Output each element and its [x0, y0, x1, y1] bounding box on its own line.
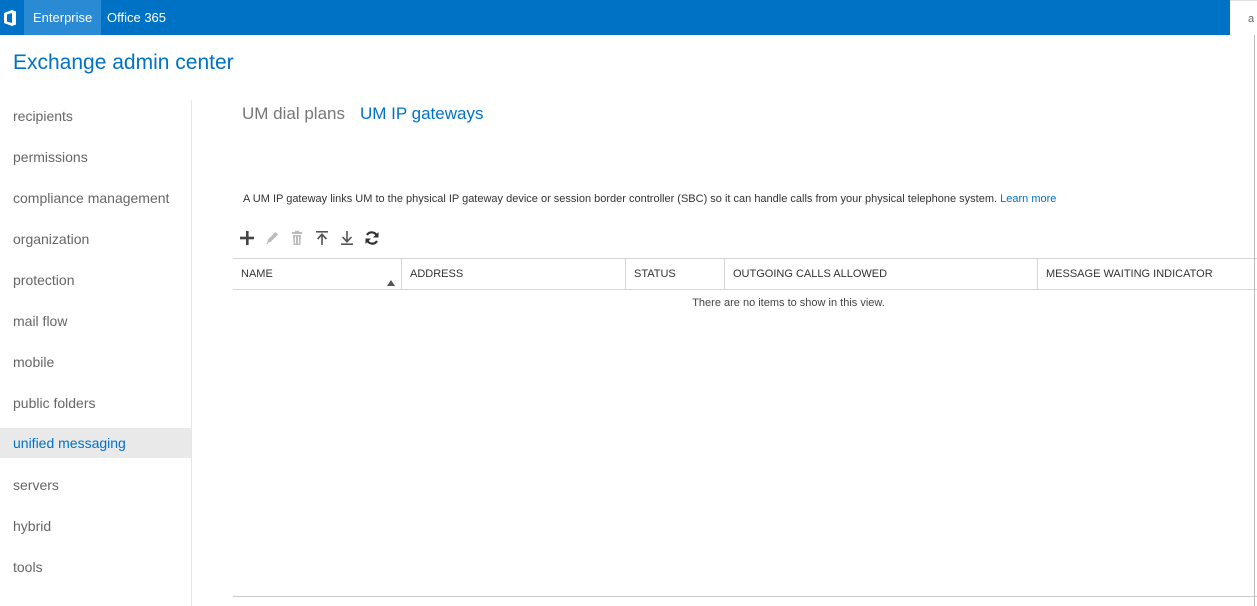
- column-header-name-label: NAME: [241, 268, 273, 280]
- nav-item-recipients[interactable]: recipients: [0, 101, 191, 131]
- nav-item-mail-flow[interactable]: mail flow: [0, 306, 191, 336]
- left-nav: recipients permissions compliance manage…: [0, 100, 192, 606]
- nav-item-protection[interactable]: protection: [0, 265, 191, 295]
- nav-item-compliance-management[interactable]: compliance management: [0, 183, 191, 213]
- tab-office-365[interactable]: Office 365: [98, 0, 175, 35]
- tab-um-dial-plans[interactable]: UM dial plans: [242, 104, 345, 124]
- user-area[interactable]: a: [1230, 0, 1257, 35]
- page-description: A UM IP gateway links UM to the physical…: [243, 193, 1056, 205]
- nav-item-mobile[interactable]: mobile: [0, 347, 191, 377]
- toolbar: [234, 228, 384, 248]
- refresh-icon[interactable]: [359, 228, 384, 248]
- nav-item-public-folders[interactable]: public folders: [0, 388, 191, 418]
- user-initial: a: [1248, 13, 1255, 25]
- column-header-status[interactable]: STATUS: [625, 259, 724, 289]
- column-header-outgoing-calls-allowed[interactable]: OUTGOING CALLS ALLOWED: [724, 259, 1037, 289]
- nav-item-hybrid[interactable]: hybrid: [0, 511, 191, 541]
- tab-enterprise[interactable]: Enterprise: [24, 0, 102, 35]
- page-title: Exchange admin center: [13, 51, 234, 74]
- sort-ascending-icon[interactable]: [387, 271, 395, 290]
- tab-um-ip-gateways[interactable]: UM IP gateways: [360, 104, 483, 124]
- nav-item-organization[interactable]: organization: [0, 224, 191, 254]
- gateways-table: NAME ADDRESS STATUS OUTGOING CALLS ALLOW…: [233, 258, 1257, 597]
- column-header-name[interactable]: NAME: [233, 259, 401, 289]
- column-header-address[interactable]: ADDRESS: [401, 259, 625, 289]
- nav-item-unified-messaging[interactable]: unified messaging: [0, 428, 191, 458]
- table-header: NAME ADDRESS STATUS OUTGOING CALLS ALLOW…: [233, 258, 1257, 290]
- column-header-message-waiting-indicator[interactable]: MESSAGE WAITING INDICATOR: [1037, 259, 1257, 289]
- move-up-icon[interactable]: [309, 228, 334, 248]
- nav-item-tools[interactable]: tools: [0, 552, 191, 582]
- description-text: A UM IP gateway links UM to the physical…: [243, 193, 998, 205]
- learn-more-link[interactable]: Learn more: [1000, 193, 1056, 205]
- empty-table-message: There are no items to show in this view.: [692, 297, 885, 309]
- add-icon[interactable]: [234, 228, 259, 248]
- nav-item-servers[interactable]: servers: [0, 470, 191, 500]
- delete-icon[interactable]: [284, 228, 309, 248]
- office-logo-icon[interactable]: [0, 0, 20, 35]
- edit-icon[interactable]: [259, 228, 284, 248]
- window-divider: [1254, 35, 1255, 606]
- top-bar: Enterprise Office 365: [0, 0, 1230, 35]
- move-down-icon[interactable]: [334, 228, 359, 248]
- nav-item-permissions[interactable]: permissions: [0, 142, 191, 172]
